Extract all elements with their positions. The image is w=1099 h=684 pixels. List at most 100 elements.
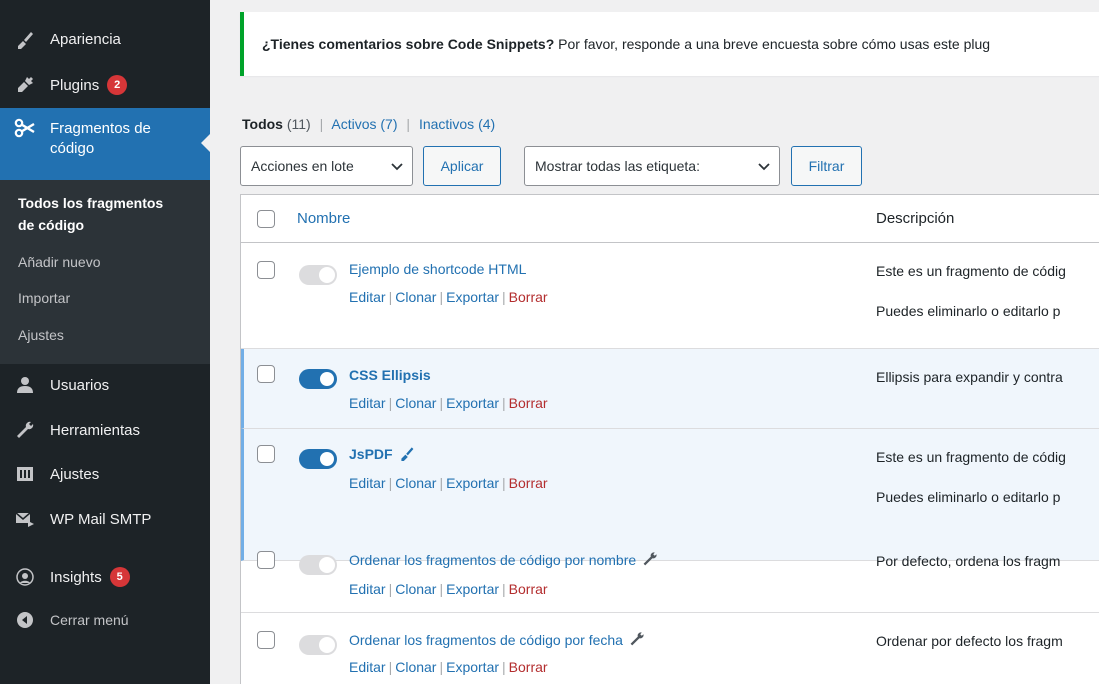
snippet-title-link[interactable]: CSS Ellipsis bbox=[349, 367, 431, 383]
column-name-sort[interactable]: Nombre bbox=[297, 210, 350, 227]
snippet-title-link[interactable]: Ordenar los fragmentos de código por fec… bbox=[349, 631, 645, 650]
activation-toggle[interactable] bbox=[299, 449, 337, 469]
menu-item-insights[interactable]: Insights 5 bbox=[0, 566, 210, 588]
tags-select-value: Mostrar todas las etiqueta: bbox=[535, 158, 700, 174]
snippet-description: Este es un fragmento de códig bbox=[876, 449, 1066, 465]
export-link[interactable]: Exportar bbox=[446, 289, 499, 305]
separator: | bbox=[319, 116, 324, 132]
clone-link[interactable]: Clonar bbox=[395, 395, 436, 411]
delete-link[interactable]: Borrar bbox=[509, 395, 548, 411]
filter-active-label: Activos bbox=[331, 116, 377, 132]
row-checkbox[interactable] bbox=[257, 631, 275, 649]
notice-bold: ¿Tienes comentarios sobre Code Snippets? bbox=[262, 36, 555, 52]
chevron-down-icon bbox=[390, 159, 404, 176]
menu-item-ajustes[interactable]: Ajustes bbox=[0, 463, 210, 485]
edit-link[interactable]: Editar bbox=[349, 659, 386, 675]
submenu-item-todos[interactable]: Todos los fragmentos de código bbox=[18, 192, 163, 236]
export-link[interactable]: Exportar bbox=[446, 659, 499, 675]
snippet-description: Puedes eliminarlo o editarlo p bbox=[876, 303, 1061, 319]
feedback-notice: ¿Tienes comentarios sobre Code Snippets?… bbox=[240, 12, 1099, 76]
snippet-title-link[interactable]: Ejemplo de shortcode HTML bbox=[349, 261, 526, 277]
column-description: Descripción bbox=[876, 210, 955, 227]
menu-label: Insights bbox=[50, 568, 102, 586]
submenu-item-importar[interactable]: Importar bbox=[18, 290, 70, 306]
submenu-label-line2: de código bbox=[18, 217, 85, 233]
clone-link[interactable]: Clonar bbox=[395, 289, 436, 305]
bulk-actions-select[interactable]: Acciones en lote bbox=[240, 146, 413, 186]
table-row-active: CSS Ellipsis Editar | Clonar | Exportar | Borr… bbox=[241, 349, 1099, 429]
submenu-item-anadir[interactable]: Añadir nuevo bbox=[18, 254, 101, 270]
snippet-title-link[interactable]: JsPDF bbox=[349, 445, 415, 464]
delete-link[interactable]: Borrar bbox=[509, 475, 548, 491]
menu-item-wp-mail-smtp[interactable]: WP Mail SMTP bbox=[0, 508, 210, 530]
menu-item-herramientas[interactable]: Herramientas bbox=[0, 419, 210, 441]
row-checkbox[interactable] bbox=[257, 365, 275, 383]
update-count-badge: 2 bbox=[107, 75, 128, 95]
wrench-icon bbox=[642, 551, 658, 570]
scissors-icon bbox=[12, 118, 38, 140]
insights-count-badge: 5 bbox=[109, 567, 130, 587]
submenu-item-ajustes[interactable]: Ajustes bbox=[18, 327, 64, 343]
delete-link[interactable]: Borrar bbox=[509, 581, 548, 597]
edit-link[interactable]: Editar bbox=[349, 581, 386, 597]
apply-button[interactable]: Aplicar bbox=[423, 146, 501, 186]
chevron-down-icon bbox=[757, 159, 771, 176]
export-link[interactable]: Exportar bbox=[446, 475, 499, 491]
row-actions: Editar | Clonar | Exportar | Borrar bbox=[349, 659, 548, 675]
row-checkbox[interactable] bbox=[257, 261, 275, 279]
current-menu-arrow bbox=[201, 134, 210, 152]
snippet-title-text: Ordenar los fragmentos de código por nom… bbox=[349, 552, 637, 568]
delete-link[interactable]: Borrar bbox=[509, 659, 548, 675]
snippet-description: Puedes eliminarlo o editarlo p bbox=[876, 489, 1061, 505]
snippet-description: Ordenar por defecto los fragm bbox=[876, 633, 1063, 649]
menu-label: Ajustes bbox=[50, 465, 100, 483]
filter-button[interactable]: Filtrar bbox=[791, 146, 862, 186]
menu-item-fragmentos[interactable]: Fragmentos de código bbox=[0, 108, 210, 180]
filter-active-link[interactable]: Activos (7) bbox=[331, 116, 397, 132]
admin-sidebar: Apariencia Plugins 2 Fragmentos de códig… bbox=[0, 0, 210, 684]
separator: | bbox=[406, 116, 411, 132]
filter-all-link[interactable]: Todos bbox=[242, 116, 283, 132]
menu-item-apariencia[interactable]: Apariencia bbox=[0, 28, 210, 50]
table-header: Nombre Descripción bbox=[241, 195, 1099, 243]
filter-inactive-label: Inactivos bbox=[418, 116, 475, 132]
collapse-menu-button[interactable]: Cerrar menú bbox=[0, 609, 210, 631]
activation-toggle[interactable] bbox=[299, 369, 337, 389]
activation-toggle[interactable] bbox=[299, 555, 337, 575]
submenu: Todos los fragmentos de código Añadir nu… bbox=[0, 180, 210, 364]
select-all-checkbox[interactable] bbox=[257, 210, 275, 228]
row-actions: Editar | Clonar | Exportar | Borrar bbox=[349, 289, 548, 305]
mail-icon bbox=[12, 508, 38, 530]
settings-icon bbox=[12, 463, 38, 485]
filter-inactive-count: (4) bbox=[478, 116, 496, 132]
export-link[interactable]: Exportar bbox=[446, 395, 499, 411]
filter-inactive-link[interactable]: Inactivos (4) bbox=[419, 116, 495, 132]
table-row-active: JsPDF Editar | Clonar | Exportar | Borrar Este… bbox=[241, 429, 1099, 561]
menu-label: Apariencia bbox=[50, 30, 121, 48]
notice-body: Por favor, responde a una breve encuesta… bbox=[554, 36, 991, 52]
clone-link[interactable]: Clonar bbox=[395, 475, 436, 491]
clone-link[interactable]: Clonar bbox=[395, 581, 436, 597]
bulk-actions-value: Acciones en lote bbox=[251, 158, 354, 174]
menu-label: Usuarios bbox=[50, 376, 110, 394]
edit-link[interactable]: Editar bbox=[349, 395, 386, 411]
export-link[interactable]: Exportar bbox=[446, 581, 499, 597]
snippets-table: Nombre Descripción Ejemplo de shortcode … bbox=[240, 194, 1099, 684]
edit-link[interactable]: Editar bbox=[349, 475, 386, 491]
filter-all-label: Todos bbox=[242, 116, 283, 132]
activation-toggle[interactable] bbox=[299, 635, 337, 655]
row-checkbox[interactable] bbox=[257, 551, 275, 569]
collapse-icon bbox=[12, 609, 38, 631]
row-checkbox[interactable] bbox=[257, 445, 275, 463]
clone-link[interactable]: Clonar bbox=[395, 659, 436, 675]
delete-link[interactable]: Borrar bbox=[509, 289, 548, 305]
snippet-description: Este es un fragmento de códig bbox=[876, 263, 1066, 279]
table-row: Ordenar los fragmentos de código por nom… bbox=[241, 551, 1099, 613]
menu-item-plugins[interactable]: Plugins 2 bbox=[0, 74, 210, 96]
tags-select[interactable]: Mostrar todas las etiqueta: bbox=[524, 146, 780, 186]
activation-toggle[interactable] bbox=[299, 265, 337, 285]
snippet-description: Por defecto, ordena los fragm bbox=[876, 553, 1061, 569]
edit-link[interactable]: Editar bbox=[349, 289, 386, 305]
menu-item-usuarios[interactable]: Usuarios bbox=[0, 374, 210, 396]
snippet-title-link[interactable]: Ordenar los fragmentos de código por nom… bbox=[349, 551, 658, 570]
